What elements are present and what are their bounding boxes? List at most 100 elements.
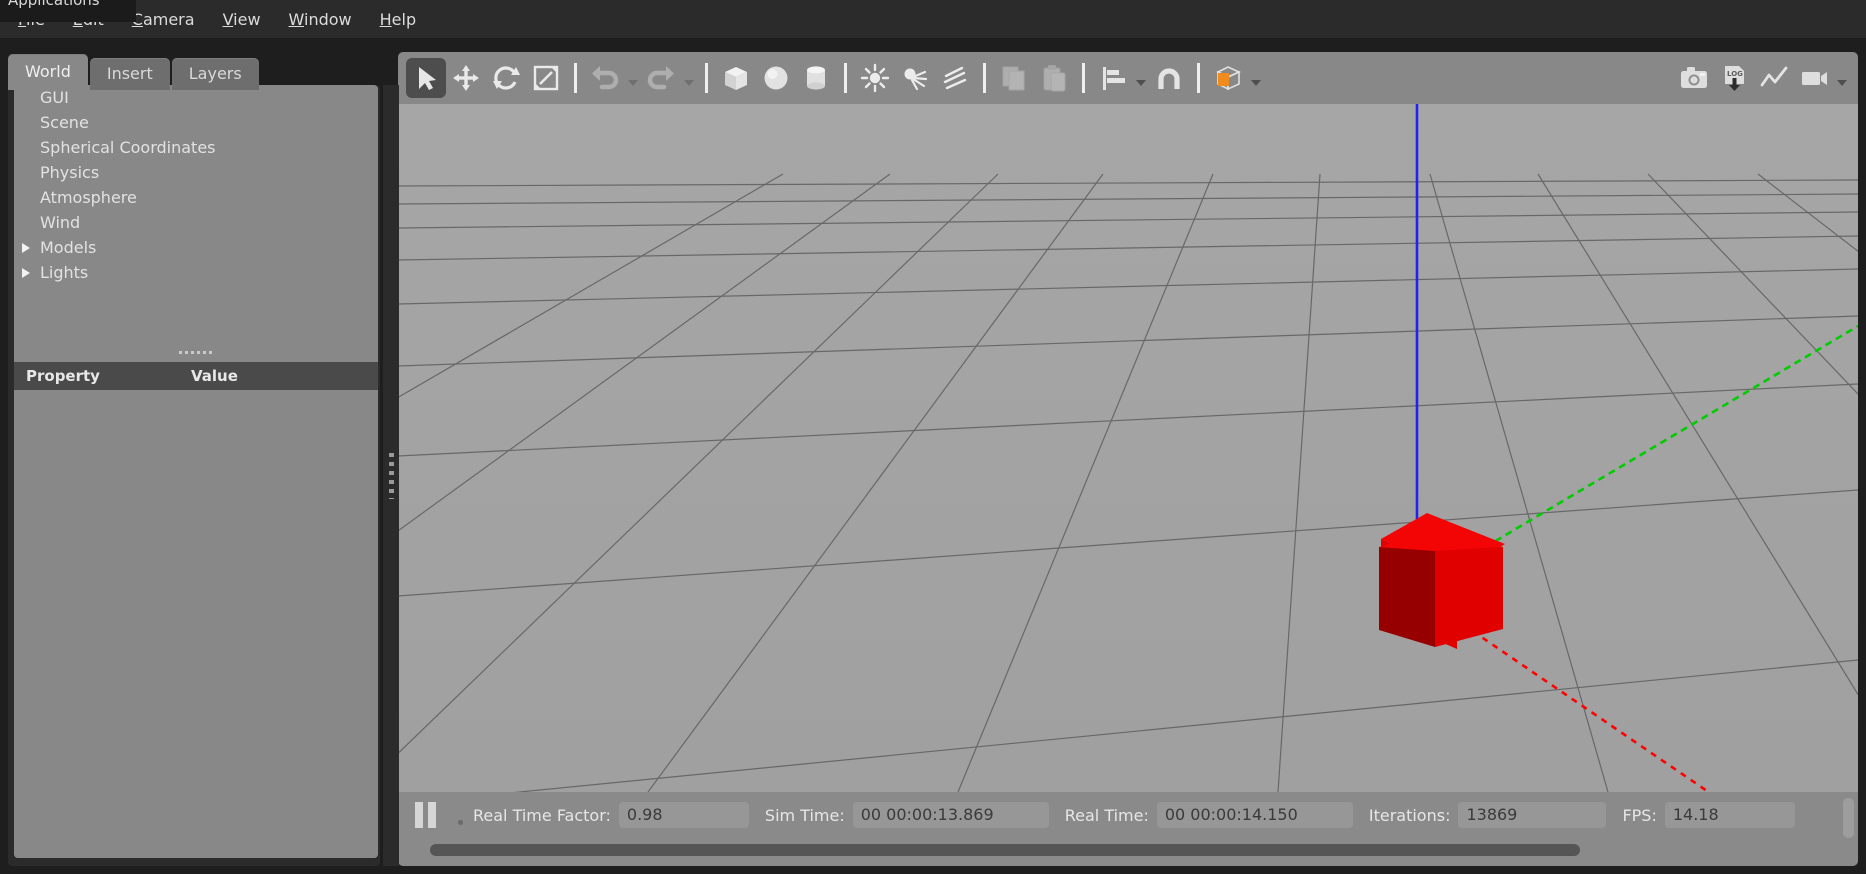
tree-item-label: Wind: [38, 213, 80, 232]
tree-item-label: GUI: [38, 88, 69, 107]
video-record-dropdown-caret-icon[interactable]: [1834, 58, 1850, 98]
hscroll-thumb[interactable]: [430, 844, 1580, 856]
vscroll-thumb[interactable]: [1843, 798, 1854, 838]
undo-icon: [585, 58, 625, 98]
undo-dropdown-caret-icon: [625, 58, 641, 98]
tree-item-spherical-coordinates[interactable]: Spherical Coordinates: [14, 135, 378, 160]
vertical-scrollbar[interactable]: [1843, 798, 1854, 856]
tree-item-physics[interactable]: Physics: [14, 160, 378, 185]
align-dropdown-caret-icon[interactable]: [1133, 58, 1149, 98]
value-column-header: Value: [179, 367, 238, 385]
tab-world[interactable]: World: [8, 54, 88, 90]
tree-spacer-icon: [20, 141, 34, 155]
svg-text:LOG: LOG: [1727, 70, 1743, 78]
view-mode-dropdown-caret-icon[interactable]: [1248, 58, 1264, 98]
menu-window[interactable]: Window: [275, 5, 366, 34]
tree-item-models[interactable]: Models: [14, 235, 378, 260]
desktop-applications-label: Applications: [8, 0, 100, 9]
viewport-scene: [398, 104, 1858, 792]
toolbar-separator: [1197, 63, 1200, 93]
sim-time-label: Sim Time:: [765, 806, 845, 825]
menu-bar: FileEditCameraViewWindowHelp: [0, 0, 1866, 38]
select-mode-icon[interactable]: [406, 58, 446, 98]
status-bar: Real Time Factor: 0.98 Sim Time: 00 00:00:1…: [398, 792, 1858, 866]
property-table-body[interactable]: [14, 390, 378, 858]
redo-icon: [641, 58, 681, 98]
tree-item-wind[interactable]: Wind: [14, 210, 378, 235]
view-mode-icon[interactable]: [1208, 58, 1248, 98]
real-time-factor-label: Real Time Factor:: [473, 806, 611, 825]
render-area: LOG: [398, 52, 1858, 866]
sim-time-value: 00 00:00:13.869: [853, 802, 1049, 828]
menu-help[interactable]: Help: [366, 5, 430, 34]
splitter-grip-icon: [179, 351, 213, 354]
box-icon[interactable]: [716, 58, 756, 98]
cylinder-icon[interactable]: [796, 58, 836, 98]
pause-bar-right: [428, 802, 436, 828]
video-record-icon[interactable]: [1794, 58, 1834, 98]
tree-item-label: Physics: [38, 163, 99, 182]
toolbar-separator: [844, 63, 847, 93]
desktop-panel-remnant: Applications: [0, 0, 136, 22]
red-box-render: [1379, 532, 1503, 647]
dock-horizontal-splitter[interactable]: [14, 343, 378, 362]
tree-spacer-icon: [20, 116, 34, 130]
tree-item-label: Lights: [38, 263, 88, 282]
redo-dropdown-caret-icon: [681, 58, 697, 98]
snap-icon[interactable]: [1149, 58, 1189, 98]
tree-item-label: Atmosphere: [38, 188, 137, 207]
translate-mode-icon[interactable]: [446, 58, 486, 98]
3d-viewport[interactable]: [398, 104, 1858, 792]
point-light-icon[interactable]: [855, 58, 895, 98]
real-time-value: 00 00:00:14.150: [1157, 802, 1353, 828]
world-tree[interactable]: GUI Scene Spherical Coordinates Physics Atmo…: [14, 85, 378, 343]
chevron-right-icon[interactable]: [20, 266, 34, 280]
toolbar-separator: [983, 63, 986, 93]
real-time-label: Real Time:: [1065, 806, 1149, 825]
gazebo-window: Applications FileEditCameraViewWindowHel…: [0, 0, 1866, 874]
tree-item-scene[interactable]: Scene: [14, 110, 378, 135]
tree-item-lights[interactable]: Lights: [14, 260, 378, 285]
rotate-mode-icon[interactable]: [486, 58, 526, 98]
directional-light-icon[interactable]: [935, 58, 975, 98]
screenshot-icon[interactable]: [1674, 58, 1714, 98]
left-dock-tabbar: WorldInsertLayers: [8, 52, 261, 90]
scale-mode-icon[interactable]: [526, 58, 566, 98]
splitter-grip-icon: [389, 453, 394, 499]
tree-item-label: Models: [38, 238, 96, 257]
toolbar-separator: [1082, 63, 1085, 93]
step-button[interactable]: [458, 820, 463, 825]
iterations-value: 13869: [1458, 802, 1606, 828]
real-time-factor-value: 0.98: [619, 802, 749, 828]
align-icon[interactable]: [1093, 58, 1133, 98]
property-table-header: Property Value: [14, 362, 378, 390]
plot-icon[interactable]: [1754, 58, 1794, 98]
pause-button[interactable]: [408, 798, 442, 832]
tree-item-label: Spherical Coordinates: [38, 138, 216, 157]
tab-insert[interactable]: Insert: [90, 58, 170, 90]
chevron-right-icon[interactable]: [20, 241, 34, 255]
fps-value: 14.18: [1665, 802, 1795, 828]
horizontal-scrollbar[interactable]: [408, 844, 1818, 856]
property-column-header: Property: [14, 367, 179, 385]
menu-view[interactable]: View: [209, 5, 275, 34]
pause-bar-left: [415, 802, 423, 828]
tree-item-atmosphere[interactable]: Atmosphere: [14, 185, 378, 210]
dock-vertical-splitter[interactable]: [383, 85, 399, 866]
tree-item-label: Scene: [38, 113, 89, 132]
tree-spacer-icon: [20, 216, 34, 230]
tree-spacer-icon: [20, 166, 34, 180]
log-save-icon[interactable]: LOG: [1714, 58, 1754, 98]
paste-icon: [1034, 58, 1074, 98]
fps-label: FPS:: [1622, 806, 1656, 825]
status-row: Real Time Factor: 0.98 Sim Time: 00 00:00:1…: [398, 792, 1831, 838]
tree-spacer-icon: [20, 191, 34, 205]
toolbar-separator: [574, 63, 577, 93]
iterations-label: Iterations:: [1369, 806, 1451, 825]
tab-layers[interactable]: Layers: [172, 58, 259, 90]
copy-icon: [994, 58, 1034, 98]
left-dock: GUI Scene Spherical Coordinates Physics Atmo…: [8, 85, 380, 866]
main-toolbar: LOG: [398, 52, 1858, 104]
spot-light-icon[interactable]: [895, 58, 935, 98]
sphere-icon[interactable]: [756, 58, 796, 98]
